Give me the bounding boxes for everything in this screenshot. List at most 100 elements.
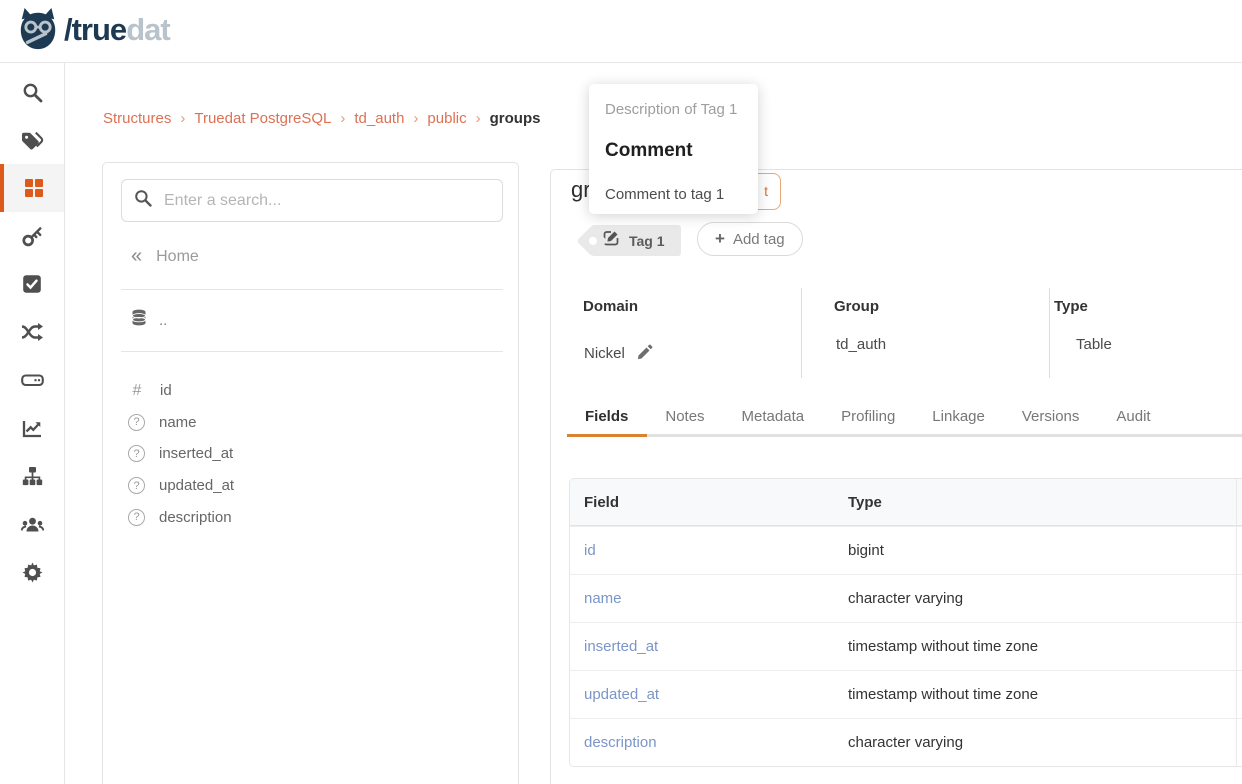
- field-list-item-description[interactable]: ? description: [127, 501, 497, 533]
- tag-comment-heading: Comment: [605, 140, 742, 162]
- truedat-logo[interactable]: /truedat: [16, 7, 170, 56]
- collapse-chevrons-icon[interactable]: «: [131, 245, 142, 268]
- info-divider: [1049, 288, 1050, 378]
- field-link-updated-at[interactable]: updated_at: [584, 686, 659, 703]
- tag-tooltip-popup: Description of Tag 1 Comment Comment to …: [589, 84, 758, 214]
- home-nav-row[interactable]: « Home: [131, 245, 199, 268]
- search-input[interactable]: [164, 192, 490, 210]
- tab-notes[interactable]: Notes: [665, 408, 704, 425]
- column-divider: [1236, 479, 1237, 525]
- breadcrumb-separator-icon: ›: [413, 110, 418, 127]
- field-type: character varying: [842, 590, 1236, 607]
- field-link-description[interactable]: description: [584, 734, 657, 751]
- group-label: Group: [834, 298, 879, 315]
- sidebar-item-users[interactable]: [0, 500, 64, 548]
- sidebar-item-settings[interactable]: [0, 548, 64, 596]
- field-label[interactable]: description: [159, 509, 232, 526]
- search-icon: [22, 82, 43, 103]
- logo-text-primary: /true: [64, 12, 126, 47]
- tab-metadata[interactable]: Metadata: [742, 408, 805, 425]
- field-type: timestamp without time zone: [842, 686, 1236, 703]
- sidebar-item-dashboards[interactable]: [0, 404, 64, 452]
- panel-divider: [121, 289, 503, 290]
- column-divider: [1236, 719, 1237, 766]
- breadcrumb-link-structures[interactable]: Structures: [103, 110, 171, 127]
- sidebar-nav: [0, 63, 65, 784]
- shuffle-icon: [21, 322, 44, 342]
- breadcrumb-link-database[interactable]: td_auth: [354, 110, 404, 127]
- tab-fields[interactable]: Fields: [585, 408, 628, 425]
- tags-icon: [21, 130, 44, 151]
- sidebar-item-taxonomy[interactable]: [0, 452, 64, 500]
- parent-structure-row[interactable]: ..: [131, 309, 167, 331]
- sidebar-item-lineage[interactable]: [0, 308, 64, 356]
- add-tag-label: Add tag: [733, 231, 785, 248]
- table-row: id bigint: [570, 526, 1242, 574]
- info-divider: [801, 288, 802, 378]
- users-icon: [21, 514, 44, 534]
- sidebar-item-tags[interactable]: [0, 116, 64, 164]
- question-circle-icon: ?: [128, 445, 145, 462]
- grid-icon: [24, 178, 44, 198]
- tag-hole-decoration: [589, 237, 597, 245]
- breadcrumb-separator-icon: ›: [180, 110, 185, 127]
- edit-tag-icon[interactable]: [603, 230, 619, 251]
- field-label[interactable]: inserted_at: [159, 445, 233, 462]
- field-label[interactable]: updated_at: [159, 477, 234, 494]
- column-divider: [1236, 527, 1237, 574]
- table-row: updated_at timestamp without time zone: [570, 670, 1242, 718]
- breadcrumb-separator-icon: ›: [340, 110, 345, 127]
- breadcrumb-link-system[interactable]: Truedat PostgreSQL: [194, 110, 331, 127]
- structure-detail-card: groups t Tag 1 + Add tag Domain Nickel G…: [550, 169, 1242, 784]
- column-header-type: Type: [842, 494, 1236, 511]
- structure-search-box[interactable]: [121, 179, 503, 222]
- type-label: Type: [1054, 298, 1088, 315]
- field-list-item-updated-at[interactable]: ? updated_at: [127, 470, 497, 502]
- sidebar-item-permissions[interactable]: [0, 212, 64, 260]
- breadcrumb-separator-icon: ›: [476, 110, 481, 127]
- home-label[interactable]: Home: [156, 248, 199, 266]
- search-icon: [134, 189, 152, 212]
- owl-logo-icon: [16, 7, 60, 56]
- field-list-item-name[interactable]: ? name: [127, 407, 497, 439]
- tab-profiling[interactable]: Profiling: [841, 408, 895, 425]
- field-list-item-id[interactable]: # id: [127, 375, 497, 407]
- table-header-row: Field Type: [570, 479, 1242, 526]
- sidebar-item-sources[interactable]: [0, 356, 64, 404]
- domain-label: Domain: [583, 298, 638, 315]
- field-label[interactable]: id: [160, 382, 172, 399]
- drive-icon: [21, 370, 44, 390]
- chart-icon: [22, 418, 43, 439]
- tag-label[interactable]: Tag 1: [629, 233, 665, 249]
- field-type: timestamp without time zone: [842, 638, 1236, 655]
- breadcrumb-link-schema[interactable]: public: [427, 110, 466, 127]
- sidebar-item-search[interactable]: [0, 68, 64, 116]
- sitemap-icon: [22, 466, 43, 487]
- tag-chip-tag1[interactable]: Tag 1: [591, 225, 681, 256]
- field-link-inserted-at[interactable]: inserted_at: [584, 638, 658, 655]
- group-value: td_auth: [836, 336, 886, 353]
- key-icon: [22, 226, 43, 247]
- tab-versions[interactable]: Versions: [1022, 408, 1080, 425]
- add-tag-button[interactable]: + Add tag: [697, 222, 803, 256]
- structure-browser-panel: « Home .. # id ? name ? inserted_at: [102, 162, 519, 784]
- edit-domain-icon[interactable]: [637, 344, 653, 364]
- tab-linkage[interactable]: Linkage: [932, 408, 985, 425]
- field-list-item-inserted-at[interactable]: ? inserted_at: [127, 438, 497, 470]
- top-bar: /truedat: [0, 0, 1242, 63]
- check-square-icon: [22, 274, 42, 294]
- field-label[interactable]: name: [159, 414, 197, 431]
- field-type: character varying: [842, 734, 1236, 751]
- logo-text-secondary: dat: [126, 12, 170, 47]
- database-icon: [131, 309, 147, 331]
- sidebar-item-rules[interactable]: [0, 260, 64, 308]
- parent-structure-label[interactable]: ..: [159, 312, 167, 329]
- tab-audit[interactable]: Audit: [1116, 408, 1150, 425]
- field-link-id[interactable]: id: [584, 542, 596, 559]
- question-circle-icon: ?: [128, 509, 145, 526]
- field-link-name[interactable]: name: [584, 590, 622, 607]
- detail-tabs: Fields Notes Metadata Profiling Linkage …: [585, 408, 1151, 425]
- sidebar-item-catalog[interactable]: [0, 164, 64, 212]
- fields-table: Field Type id bigint name character vary…: [569, 478, 1242, 767]
- question-circle-icon: ?: [128, 477, 145, 494]
